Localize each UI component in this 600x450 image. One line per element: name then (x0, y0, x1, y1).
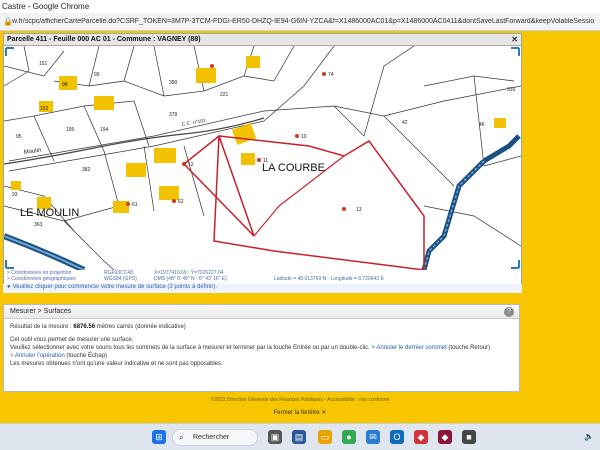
parcel-number: 363 (34, 222, 43, 228)
undo-last-vertex-link[interactable]: > Annuler le dernier sommet (372, 345, 447, 351)
measure-title: Mesurer > Surfaces (10, 308, 72, 315)
parcel-number: 379 (169, 112, 178, 118)
map-panel: Parcelle 411 - Feuille 000 AC 01 - Commu… (3, 33, 522, 293)
coord-dms: DMS (48° 0' 49" N - 6° 43' 16" E) (154, 276, 227, 282)
parcel-number: 10 (301, 134, 307, 140)
parcel-number: 99 (94, 72, 100, 78)
parcel-number: 42 (402, 120, 408, 126)
mail-icon[interactable]: ✉ (366, 430, 380, 444)
widgets-icon[interactable]: ▤ (292, 430, 306, 444)
close-icon[interactable]: ✕ (511, 35, 518, 44)
measure-body: Résultat de la mesure : 6876.56 mètres c… (4, 319, 519, 372)
site-footer: ©2022 Direction Générale des Finances Pu… (0, 397, 600, 416)
measure-disclaimer: Les mesures obtenues n'ont qu'une valeur… (10, 361, 223, 367)
measure-intro: Cet outil vous permet de mesurer une sur… (10, 337, 134, 343)
instructions-text: Veuillez sélectionner avec votre souris … (10, 345, 370, 351)
measure-instructions: Veuillez sélectionner avec votre souris … (10, 344, 513, 352)
map-hint: ● Veuillez cliquer pour commencer votre m… (3, 284, 522, 293)
coord-system-gps: WGS84 (GPS) (104, 276, 137, 282)
close-window-icon[interactable]: ✕ (321, 410, 326, 416)
map-header: Parcelle 411 - Feuille 000 AC 01 - Commu… (4, 34, 521, 46)
accessibility-link[interactable]: Accessibilité : non conforme (327, 397, 389, 403)
parcel-number: 152 (40, 106, 49, 112)
parcel-number: 194 (100, 127, 109, 133)
parcel-number: 390 (169, 80, 178, 86)
place-label-la-courbe: LA COURBE (262, 162, 325, 174)
result-value: 6876.56 (73, 324, 96, 330)
parcel-number: 382 (82, 167, 91, 173)
measure-result: Résultat de la mesure : 6876.56 mètres c… (10, 323, 513, 331)
window-title: Castre - Google Chrome (2, 2, 90, 11)
parcel-number: 93 (12, 192, 18, 198)
parcel-number: 98 (62, 82, 68, 88)
close-window-link[interactable]: Fermer la fenêtre (274, 410, 320, 416)
address-bar[interactable]: 🔒 w.fr/scpc/afficherCarteParcelle.do?CSR… (0, 13, 600, 31)
file-explorer-icon[interactable]: ▭ (318, 430, 332, 444)
search-icon: ⌕ (179, 433, 184, 442)
window-titlebar: Castre - Google Chrome (0, 0, 600, 13)
undo-key-hint: (touche Retour) (448, 345, 491, 351)
footer-separator: - (324, 397, 327, 403)
cadastral-map[interactable]: 151 98 99 390 379 221 152 95 195 194 93 … (4, 46, 521, 270)
parcel-number: 151 (39, 61, 48, 67)
parcel-number: 46 (479, 122, 485, 128)
info-icon: ● (7, 284, 11, 290)
result-label: Résultat de la mesure : (10, 324, 72, 330)
url-text[interactable]: w.fr/scpc/afficherCarteParcelle.do?CSRF_… (12, 18, 597, 25)
copyright-text: ©2022 Direction Générale des Finances Pu… (210, 397, 323, 403)
parcel-number: 195 (66, 127, 75, 133)
cancel-key-hint: (touche Échap) (66, 353, 108, 359)
coordinates-bar: > Coordonnées en projection > Coordonnée… (4, 270, 521, 282)
search-placeholder: Rechercher (193, 434, 230, 441)
parcel-number: 61 (132, 202, 138, 208)
parcel-number: 221 (220, 92, 229, 98)
help-icon[interactable]: ? (504, 307, 514, 317)
map-title: Parcelle 411 - Feuille 000 AC 01 - Commu… (7, 36, 201, 43)
parcel-number: 74 (328, 72, 334, 78)
map-hint-text: Veuillez cliquer pour commencer votre me… (12, 284, 218, 290)
close-window-row: Fermer la fenêtre ✕ (0, 409, 600, 416)
result-note: (donnée indicative) (135, 324, 186, 330)
taskbar: ⊞ ⌕ Rechercher ▣ ▤ ▭ ● ✉ O ◆ ◆ ■ 🔈 (0, 423, 600, 450)
parcel-number: 316 (507, 87, 516, 93)
cancel-operation-link[interactable]: > Annuler l'opération (10, 353, 65, 359)
task-view-icon[interactable]: ▣ (268, 430, 282, 444)
outlook-icon[interactable]: O (390, 430, 404, 444)
chrome-icon[interactable]: ● (342, 430, 356, 444)
cancel-row: > Annuler l'opération (touche Échap) (10, 352, 513, 360)
app-icon[interactable]: ◆ (414, 430, 428, 444)
windows-start-icon[interactable]: ⊞ (152, 430, 166, 444)
taskbar-search[interactable]: ⌕ Rechercher (172, 429, 258, 446)
parcel-number: 13 (356, 207, 362, 213)
coord-geo-label: > Coordonnées géographiques (7, 276, 76, 282)
speaker-icon[interactable]: 🔈 (584, 432, 594, 441)
app-icon[interactable]: ■ (462, 430, 476, 444)
parcel-number: 12 (188, 162, 194, 168)
footer-line: ©2022 Direction Générale des Finances Pu… (0, 397, 600, 403)
result-unit: mètres carrés (96, 324, 134, 330)
measure-header: Mesurer > Surfaces ? (4, 305, 519, 319)
coord-latlon: Latitude = 48.013769 N - Longitude = 6.7… (274, 276, 384, 282)
app-icon[interactable]: ◆ (438, 430, 452, 444)
parcel-number: 62 (178, 199, 184, 205)
measure-panel: Mesurer > Surfaces ? Résultat de la mesu… (3, 304, 520, 392)
parcel-number: 95 (16, 134, 22, 140)
place-label-le-moulin: LE MOULIN (20, 207, 79, 219)
